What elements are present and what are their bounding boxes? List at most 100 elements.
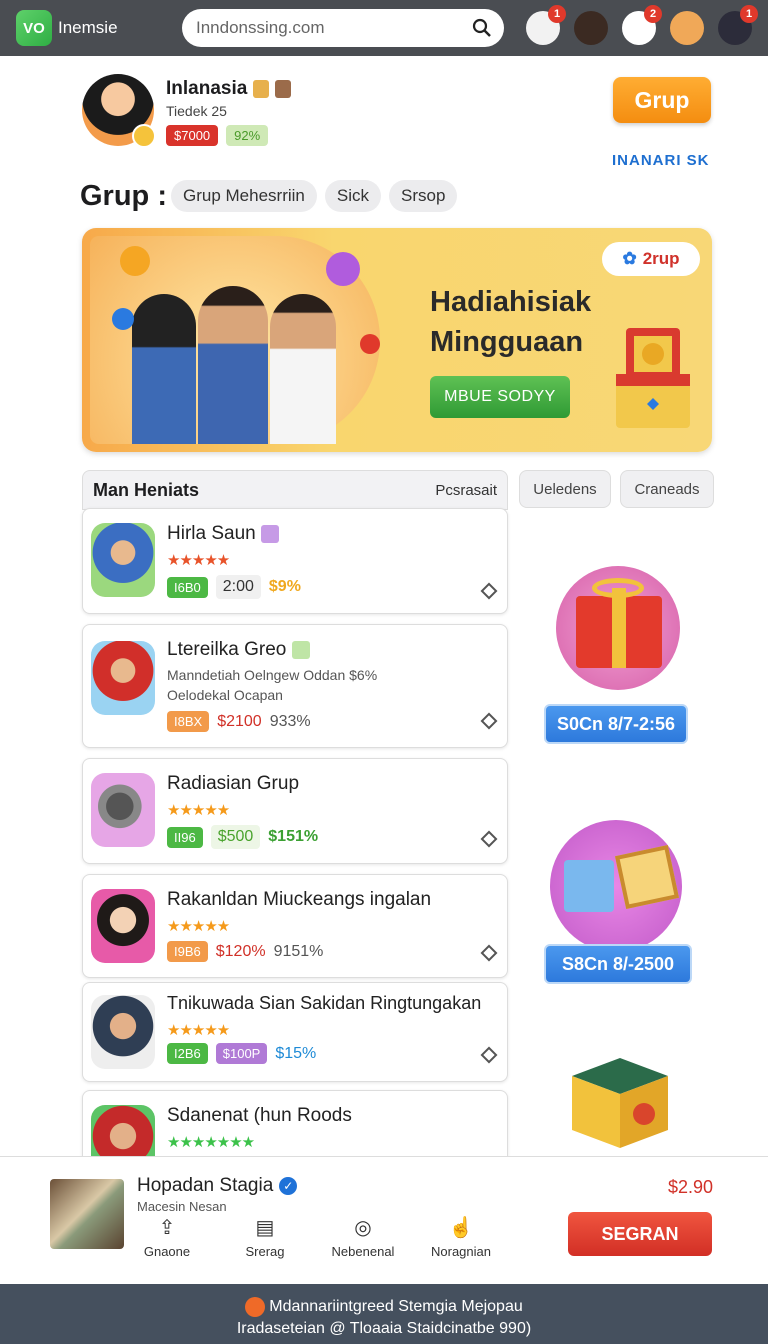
item-name: Tnikuwada Sian Sakidan Ringtungakan <box>167 993 482 1013</box>
item-code: I6B0 <box>167 576 208 598</box>
search-bar[interactable] <box>182 9 504 47</box>
notification-badge: 2 <box>644 5 662 23</box>
rating-stars: ★★★★★★★ <box>167 1134 255 1151</box>
avatar[interactable] <box>82 74 156 148</box>
list-title: Man Heniats <box>93 479 200 500</box>
product-actions: ⇪ Gnaone ▤ Srerag ◎ Nebenenal ☝ Noragnian <box>118 1215 510 1259</box>
banner-group-pill[interactable]: ✿ 2rup <box>602 242 700 276</box>
treasure-chest-icon <box>616 328 690 428</box>
gift-frame-icon[interactable] <box>550 820 682 952</box>
item-value: $100P <box>215 1043 268 1064</box>
top-bar-icons: 1 2 1 <box>526 5 758 45</box>
price-tag: $7000 <box>166 125 219 146</box>
item-thumbnail <box>91 523 155 597</box>
item-name: Sdanenat (hun Roods <box>167 1105 352 1126</box>
bottom-product-bar: Hopadan Stagia ✓ Macesin Nesan $2.90 ⇪ Gna… <box>0 1156 768 1284</box>
list-icon: ▤ <box>255 1217 275 1239</box>
action-label: Gnaone <box>143 1244 191 1259</box>
tab-ueledens[interactable]: Ueledens <box>519 470 611 508</box>
verified-icon <box>261 524 279 543</box>
item-thumbnail <box>91 995 155 1069</box>
action-list[interactable]: ▤ Srerag <box>216 1215 314 1259</box>
item-value: $2100 <box>217 712 262 730</box>
gift-countdown-button[interactable]: S0Cn 8/7-2:56 <box>544 704 688 744</box>
search-input[interactable] <box>196 18 456 38</box>
list-header: Man Heniats Pcsrasait <box>82 470 508 510</box>
list-item[interactable]: Hirla Saun ★★★★★ I6B0 2:00 $9% <box>82 508 508 614</box>
app-name: Inemsie <box>58 18 118 37</box>
item-percent: $15% <box>275 1044 317 1062</box>
item-code: I2B6 <box>167 1043 208 1064</box>
gift-countdown-button[interactable]: S8Cn 8/-2500 <box>544 944 692 984</box>
avatar-2-icon[interactable] <box>574 11 608 45</box>
rating-stars: ★★★★★ <box>167 802 230 819</box>
group-label: Grup : <box>80 180 167 212</box>
weekly-prize-banner[interactable]: Hadiahisiak Mingguaan MBUE SODYY ✿ 2rup <box>82 228 712 452</box>
action-label: Srerag <box>245 1244 285 1259</box>
rating-stars: ★★★★★ <box>167 918 230 935</box>
gift-box-icon[interactable] <box>556 566 680 690</box>
item-code: I9B6 <box>167 941 208 962</box>
diamond-icon[interactable] <box>480 712 498 730</box>
notification-icon[interactable]: 2 <box>622 5 662 45</box>
group-chip[interactable]: Grup Mehesrriin <box>171 180 317 212</box>
main-content: Inlanasia Tiedek 25 $7000 92% Grup INANA… <box>0 56 768 1179</box>
item-percent: $9% <box>268 578 301 595</box>
rating-stars: ★★★★★ <box>167 1022 230 1039</box>
item-code: I8BX <box>167 711 210 732</box>
item-value: 2:00 <box>215 575 261 599</box>
avatar-4-icon[interactable]: 1 <box>718 5 758 45</box>
avatar-3-icon[interactable] <box>670 11 704 45</box>
gift-chest-icon[interactable] <box>560 1036 680 1156</box>
banner-photo <box>90 236 380 444</box>
brand-text[interactable]: INANARI SK <box>612 152 710 169</box>
bow-icon: ✿ <box>622 249 637 268</box>
profile-section: Inlanasia Tiedek 25 $7000 92% <box>82 74 292 148</box>
verified-icon: ✓ <box>279 1176 298 1195</box>
hand-icon: ☝ <box>448 1217 474 1239</box>
group-chips: Grup Mehesrriin Sick Srsop <box>171 180 458 212</box>
list-sort[interactable]: Pcsrasait <box>435 482 497 499</box>
diamond-icon[interactable] <box>480 830 498 848</box>
action-share[interactable]: ⇪ Gnaone <box>118 1215 216 1259</box>
action-compass[interactable]: ◎ Nebenenal <box>314 1215 412 1259</box>
diamond-icon[interactable] <box>480 582 498 600</box>
group-chip[interactable]: Sick <box>324 180 381 212</box>
profile-subtitle: Tiedek 25 <box>166 103 227 119</box>
rating-stars: ★★★★★ <box>167 552 230 569</box>
compass-icon: ◎ <box>354 1217 372 1239</box>
group-button[interactable]: Grup <box>613 77 711 123</box>
footer-line2: Iradaseteian @ Tloaaia Staidcinatbe 990) <box>236 1320 532 1337</box>
emoji-icon <box>253 79 270 98</box>
banner-cta-button[interactable]: MBUE SODYY <box>430 376 570 418</box>
item-name: Hirla Saun <box>167 523 279 545</box>
badge-icon <box>132 124 156 148</box>
search-icon[interactable] <box>472 18 492 38</box>
item-code: II96 <box>167 826 203 848</box>
app-logo[interactable]: VO <box>16 10 52 46</box>
buy-button[interactable]: SEGRAN <box>568 1212 712 1256</box>
list-item[interactable]: Radiasian Grup ★★★★★ II96 $500 $151% <box>82 758 508 864</box>
product-name: Hopadan Stagia <box>137 1175 274 1196</box>
profile-name: Inlanasia <box>166 78 248 99</box>
group-chip[interactable]: Srsop <box>389 180 458 212</box>
diamond-icon[interactable] <box>480 944 498 962</box>
item-name: Radiasian Grup <box>167 773 300 794</box>
tab-craneads[interactable]: Craneads <box>620 470 714 508</box>
action-label: Nebenenal <box>331 1244 395 1259</box>
avatar-1-icon[interactable]: 1 <box>526 5 566 45</box>
item-thumbnail <box>91 773 155 847</box>
action-hand[interactable]: ☝ Noragnian <box>412 1215 510 1259</box>
product-subtitle: Macesin Nesan <box>137 1199 227 1214</box>
emoji-icon <box>275 79 292 98</box>
list-item[interactable]: Ltereilka Greo Manndetiah Oelngew Oddan … <box>82 624 508 748</box>
footer-line1: Mdannariintgreed Stemgia Mejopau <box>269 1298 523 1315</box>
action-label: Noragnian <box>431 1244 491 1259</box>
product-thumbnail[interactable] <box>50 1179 124 1249</box>
list-item[interactable]: Rakanldan Miuckeangs ingalan ★★★★★ I9B6 … <box>82 874 508 978</box>
notification-badge: 1 <box>740 5 758 23</box>
list-item[interactable]: Tnikuwada Sian Sakidan Ringtungakan ★★★★… <box>82 982 508 1082</box>
diamond-icon[interactable] <box>480 1046 498 1064</box>
product-price: $2.90 <box>668 1177 714 1197</box>
item-description: Manndetiah Oelngew Oddan $6% <box>167 667 378 683</box>
